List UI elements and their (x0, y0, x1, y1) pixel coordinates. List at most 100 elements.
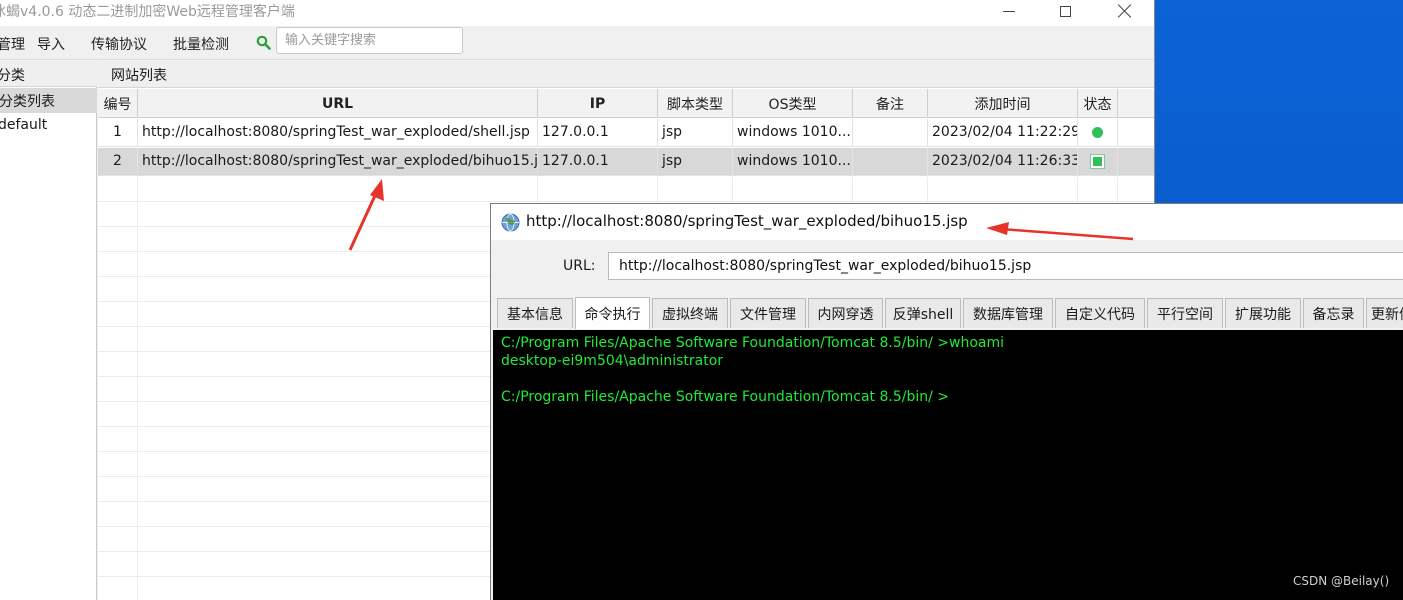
search-icon[interactable] (256, 35, 271, 50)
column-header-added-time[interactable]: 添加时间 (928, 89, 1078, 118)
empty-cell (138, 302, 538, 327)
cell-note (853, 148, 928, 176)
globe-icon (501, 213, 520, 232)
category-tree-root[interactable]: 分类列表 (0, 88, 97, 113)
tab-4[interactable]: 文件管理 (730, 298, 806, 328)
cell-status (1078, 148, 1118, 176)
tab-10[interactable]: 扩展功能 (1225, 298, 1301, 328)
empty-cell (98, 452, 138, 477)
watermark: CSDN @Beilay() (1293, 574, 1390, 588)
cell-os-type: windows 1010... (733, 119, 853, 147)
empty-cell (138, 477, 538, 502)
cell-added-time: 2023/02/04 11:26:33 (928, 148, 1078, 176)
tab-5[interactable]: 内网穿透 (808, 298, 883, 328)
empty-cell (98, 252, 138, 277)
empty-cell (138, 352, 538, 377)
empty-cell (138, 277, 538, 302)
terminal-prompt[interactable]: C:/Program Files/Apache Software Foundat… (501, 389, 949, 405)
cell-url: http://localhost:8080/springTest_war_exp… (138, 119, 538, 147)
tab-11[interactable]: 备忘录 (1303, 298, 1364, 328)
tab-6[interactable]: 反弹shell (885, 298, 961, 328)
empty-cell (138, 527, 538, 552)
category-item-default[interactable]: default (0, 117, 47, 133)
tab-1[interactable]: 基本信息 (497, 298, 573, 328)
empty-row (98, 177, 1154, 202)
cell-id: 2 (98, 148, 138, 176)
menu-transport-protocol[interactable]: 传输协议 (91, 34, 147, 54)
column-header-spacer (1118, 89, 1154, 118)
empty-cell (733, 177, 853, 202)
cell-spacer (1118, 119, 1154, 147)
column-header-ip[interactable]: IP (538, 89, 658, 118)
cell-script-type: jsp (658, 148, 733, 176)
empty-cell (928, 177, 1078, 202)
category-panel: 分类 分类列表 default (0, 61, 97, 600)
empty-cell (98, 352, 138, 377)
empty-cell (98, 177, 138, 202)
empty-cell (138, 427, 538, 452)
tab-12[interactable]: 更新信息 (1366, 298, 1403, 328)
empty-cell (138, 252, 538, 277)
minimize-icon (1003, 10, 1015, 12)
webshell-window: http://localhost:8080/springTest_war_exp… (490, 203, 1403, 600)
empty-cell (98, 327, 138, 352)
column-header-os-type[interactable]: OS类型 (733, 89, 853, 118)
minimize-button[interactable] (980, 0, 1038, 22)
empty-cell (658, 177, 733, 202)
empty-cell (138, 452, 538, 477)
menu-bar: 管理 导入 传输协议 批量检测 (0, 26, 1154, 60)
empty-cell (138, 577, 538, 600)
column-header-script-type[interactable]: 脚本类型 (658, 89, 733, 118)
table-row[interactable]: 1 http://localhost:8080/springTest_war_e… (98, 119, 1154, 147)
column-header-id[interactable]: 编号 (98, 89, 138, 118)
tab-3[interactable]: 虚拟终端 (652, 298, 728, 328)
column-header-status[interactable]: 状态 (1078, 89, 1118, 118)
shell-title-bar[interactable]: http://localhost:8080/springTest_war_exp… (491, 204, 1403, 240)
category-panel-header: 分类 (0, 61, 97, 87)
empty-cell (1118, 177, 1154, 202)
site-table-header: 编号 URL IP 脚本类型 OS类型 备注 添加时间 状态 (98, 89, 1154, 118)
empty-cell (138, 552, 538, 577)
column-header-note[interactable]: 备注 (853, 89, 928, 118)
empty-cell (98, 377, 138, 402)
url-label: URL: (563, 258, 596, 274)
empty-cell (138, 402, 538, 427)
command-output-terminal[interactable]: C:/Program Files/Apache Software Foundat… (493, 330, 1403, 600)
empty-cell (98, 577, 138, 600)
cell-script-type: jsp (658, 119, 733, 147)
empty-cell (98, 302, 138, 327)
empty-cell (138, 377, 538, 402)
empty-cell (98, 227, 138, 252)
close-button[interactable] (1096, 0, 1154, 22)
empty-cell (1078, 177, 1118, 202)
empty-cell (138, 502, 538, 527)
status-online-icon (1092, 126, 1103, 138)
maximize-icon (1059, 5, 1071, 17)
search-input[interactable] (276, 27, 463, 54)
cell-id: 1 (98, 119, 138, 147)
empty-cell (98, 502, 138, 527)
maximize-button[interactable] (1036, 0, 1094, 22)
table-row-selected[interactable]: 2 http://localhost:8080/springTest_war_e… (98, 148, 1154, 176)
site-list-header: 网站列表 (98, 61, 1154, 88)
menu-batch-check[interactable]: 批量检测 (173, 34, 229, 54)
main-title-bar[interactable]: 冰蝎v4.0.6 动态二进制加密Web远程管理客户端 (0, 0, 1154, 26)
url-field[interactable] (608, 252, 1403, 280)
tab-7[interactable]: 数据库管理 (963, 298, 1053, 328)
empty-cell (98, 277, 138, 302)
close-icon (1118, 4, 1132, 18)
cell-url: http://localhost:8080/springTest_war_exp… (138, 148, 538, 176)
empty-cell (853, 177, 928, 202)
menu-manage[interactable]: 管理 (0, 34, 25, 54)
column-header-url[interactable]: URL (138, 89, 538, 118)
empty-cell (98, 427, 138, 452)
empty-cell (98, 402, 138, 427)
empty-cell (98, 527, 138, 552)
tab-9[interactable]: 平行空间 (1147, 298, 1223, 328)
cell-status (1078, 119, 1118, 147)
tab-2[interactable]: 命令执行 (575, 297, 650, 329)
category-root-label: 分类列表 (0, 94, 55, 110)
menu-import[interactable]: 导入 (37, 34, 65, 54)
category-header-label: 分类 (0, 68, 25, 84)
tab-8[interactable]: 自定义代码 (1055, 298, 1145, 328)
